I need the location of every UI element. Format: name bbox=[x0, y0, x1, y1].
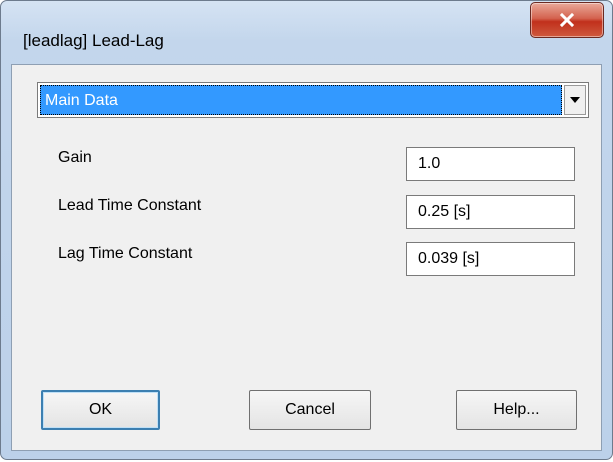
lead-time-constant-field[interactable]: 0.25 [s] bbox=[406, 195, 575, 229]
cancel-button[interactable]: Cancel bbox=[249, 390, 371, 430]
page-select-value: Main Data bbox=[40, 85, 562, 115]
dropdown-button[interactable] bbox=[564, 85, 586, 115]
help-button[interactable]: Help... bbox=[456, 390, 577, 430]
close-icon bbox=[559, 12, 575, 28]
lag-time-constant-field[interactable]: 0.039 [s] bbox=[406, 242, 575, 276]
lead-time-constant-label: Lead Time Constant bbox=[58, 197, 202, 214]
chevron-down-icon bbox=[570, 97, 580, 103]
gain-field[interactable]: 1.0 bbox=[406, 147, 575, 181]
dialog-body: Main Data Gain 1.0 Lead Time Constant 0.… bbox=[11, 64, 602, 451]
dialog-window: [leadlag] Lead-Lag Main Data Gain 1.0 Le… bbox=[0, 0, 613, 460]
ok-button[interactable]: OK bbox=[41, 390, 160, 430]
page-select-dropdown[interactable]: Main Data bbox=[37, 82, 589, 118]
window-title: [leadlag] Lead-Lag bbox=[23, 31, 164, 50]
lag-time-constant-label: Lag Time Constant bbox=[58, 245, 193, 262]
gain-label: Gain bbox=[58, 149, 92, 166]
close-button[interactable] bbox=[530, 2, 604, 38]
